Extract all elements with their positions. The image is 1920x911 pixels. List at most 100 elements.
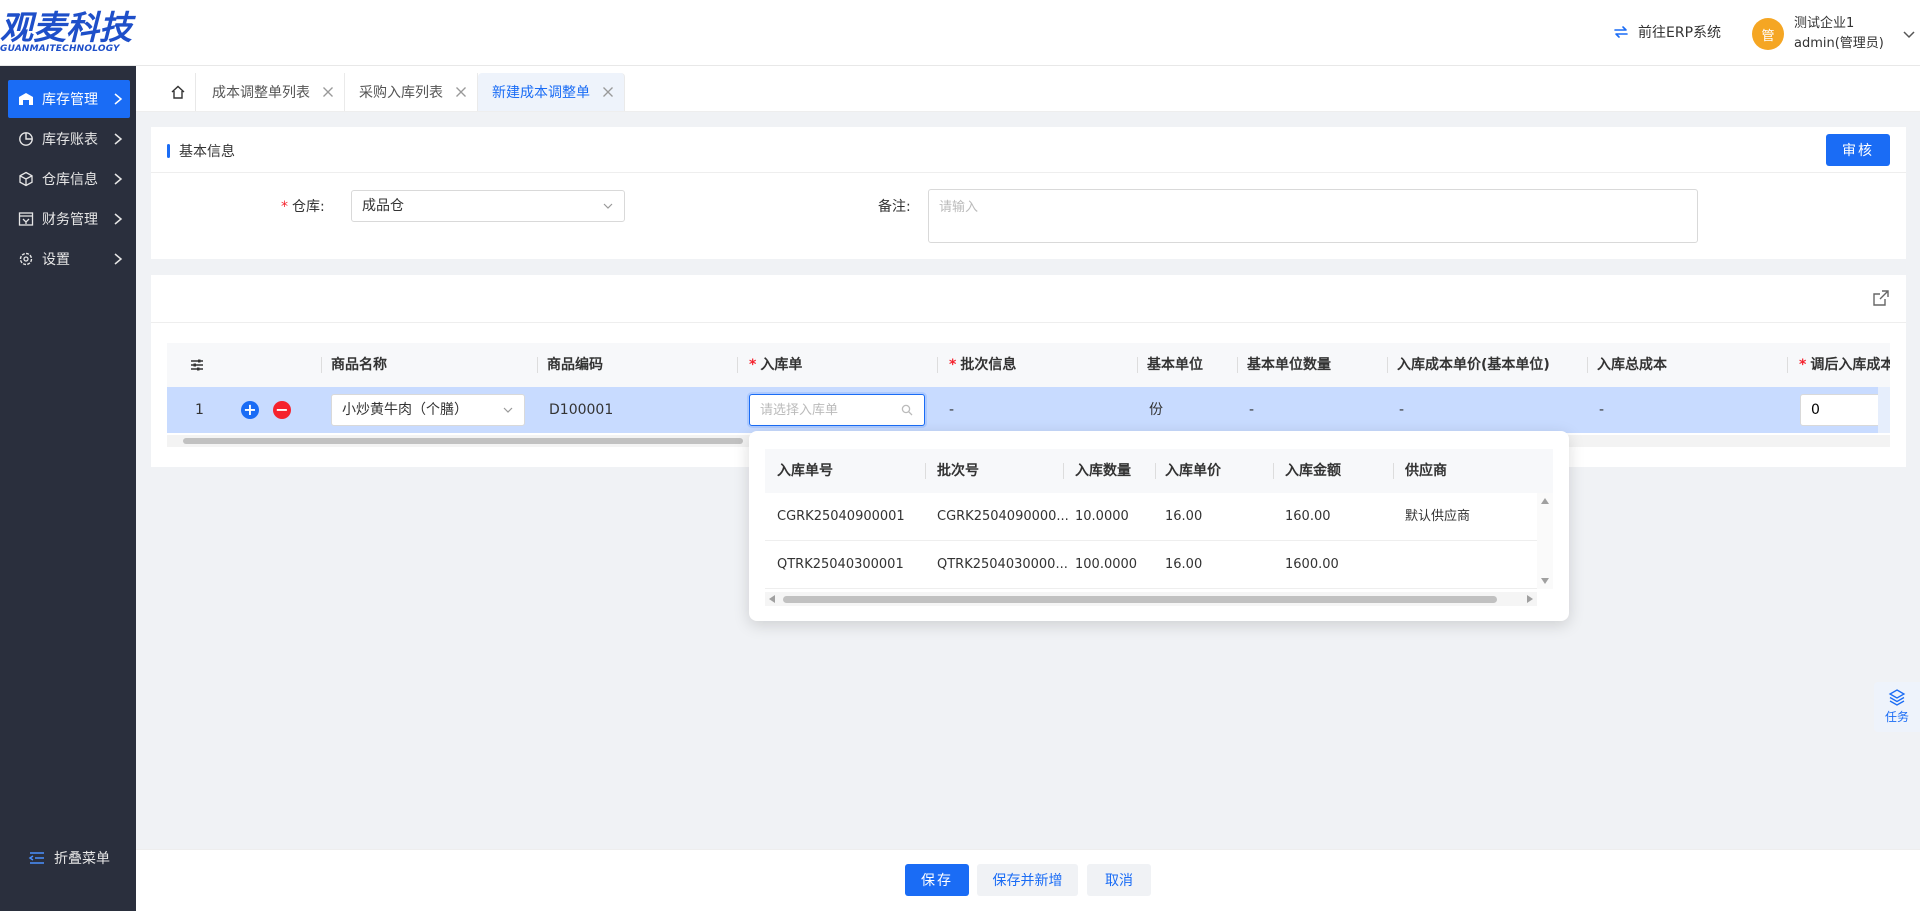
receipt-qty: 10.0000 — [1075, 509, 1129, 524]
export-icon[interactable] — [1872, 289, 1890, 307]
col-batch-no: 批次号 — [937, 463, 979, 479]
goods-name-value: 小炒黄牛肉（个膳） — [342, 402, 468, 418]
col-receipt-qty: 入库数量 — [1075, 463, 1131, 479]
batch-no: QTRK2504030000... — [937, 557, 1068, 572]
col-unit-cost: 入库成本单价(基本单位) — [1397, 357, 1550, 373]
sidebar-item-label: 库存账表 — [42, 132, 98, 148]
col-receipt-no: 入库单号 — [777, 463, 833, 479]
warehouse-icon — [19, 93, 33, 105]
approve-button[interactable]: 审核 — [1826, 134, 1890, 166]
close-icon[interactable] — [322, 86, 334, 98]
collapse-menu-button[interactable]: 折叠菜单 — [28, 848, 110, 868]
col-goods-code: 商品编码 — [547, 357, 603, 373]
receipt-amount: 160.00 — [1285, 509, 1331, 524]
warehouse-label: * 仓库: — [281, 199, 325, 215]
table-row[interactable]: 1 + − 小炒黄牛肉（个膳） D100001 - 份 - - - — [167, 387, 1890, 433]
section-marker — [167, 144, 170, 158]
receipt-search-input[interactable] — [749, 394, 925, 426]
goods-name-select[interactable]: 小炒黄牛肉（个膳） — [331, 394, 525, 426]
col-receipt: * 入库单 — [749, 357, 803, 373]
collapse-menu-label: 折叠菜单 — [54, 851, 110, 867]
scroll-right-icon[interactable] — [1526, 595, 1534, 603]
search-icon — [901, 404, 913, 416]
col-receipt-amount: 入库金额 — [1285, 463, 1341, 479]
sidebar-item-warehouse-info[interactable]: 仓库信息 — [8, 160, 130, 198]
sidebar: 库存管理 库存账表 仓库信息 财务管理 设置 折叠菜单 — [0, 66, 136, 911]
column-settings-icon[interactable] — [189, 357, 205, 373]
user-company: 测试企业1 — [1794, 16, 1855, 31]
sidebar-item-settings[interactable]: 设置 — [8, 240, 130, 278]
collapse-menu-icon — [28, 852, 44, 864]
scrollbar-thumb[interactable] — [783, 596, 1497, 603]
user-menu[interactable]: 管 测试企业1 admin(管理员) — [1752, 14, 1916, 54]
sidebar-item-label: 财务管理 — [42, 212, 98, 228]
layers-icon — [1888, 689, 1906, 706]
popup-vertical-scrollbar[interactable] — [1537, 493, 1553, 589]
cube-icon — [19, 171, 33, 187]
remark-input[interactable] — [928, 189, 1698, 243]
remove-row-button[interactable]: − — [273, 401, 291, 419]
popup-horizontal-scrollbar[interactable] — [765, 592, 1537, 606]
scrollbar-thumb[interactable] — [183, 438, 743, 444]
receipt-amount: 1600.00 — [1285, 557, 1339, 572]
sidebar-item-ledger[interactable]: 库存账表 — [8, 120, 130, 158]
finance-icon — [18, 212, 34, 226]
chevron-right-icon — [114, 213, 123, 225]
warehouse-value: 成品仓 — [362, 198, 404, 214]
chevron-down-icon — [603, 203, 613, 209]
scroll-down-icon[interactable] — [1541, 577, 1549, 585]
tab-purchase-receipt-list[interactable]: 采购入库列表 — [345, 73, 478, 111]
table-header: 商品名称 商品编码 * 入库单 * 批次信息 基本单位 基本单位数量 入库成本单价(… — [167, 343, 1890, 387]
supplier: 默认供应商 — [1405, 509, 1471, 524]
chevron-right-icon — [114, 133, 123, 145]
avatar: 管 — [1752, 18, 1784, 50]
close-icon[interactable] — [455, 86, 467, 98]
brand-subtitle: GUANMAITECHNOLOGY — [0, 44, 120, 54]
chevron-right-icon — [114, 253, 123, 265]
goods-code: D100001 — [549, 402, 614, 418]
footer-actions: 保存 保存并新增 取消 — [136, 849, 1920, 911]
erp-link[interactable]: 前往ERP系统 — [1612, 22, 1721, 42]
scroll-up-icon[interactable] — [1541, 497, 1549, 505]
sidebar-item-finance[interactable]: 财务管理 — [8, 200, 130, 238]
col-adjusted-cost: * 调后入库成本 — [1799, 357, 1890, 373]
task-button[interactable]: 任务 — [1874, 682, 1920, 732]
sidebar-item-inventory[interactable]: 库存管理 — [8, 80, 130, 118]
base-unit: 份 — [1149, 402, 1163, 418]
total-cost: - — [1599, 402, 1605, 418]
col-supplier: 供应商 — [1405, 463, 1447, 479]
sidebar-item-label: 库存管理 — [42, 92, 98, 108]
table-vertical-scrollbar[interactable] — [1878, 387, 1890, 433]
receipt-no: QTRK25040300001 — [777, 557, 904, 572]
col-receipt-price: 入库单价 — [1165, 463, 1221, 479]
adjusted-cost-input[interactable] — [1800, 394, 1890, 426]
scroll-left-icon[interactable] — [768, 595, 776, 603]
tab-bar: 成本调整单列表 采购入库列表 新建成本调整单 — [136, 66, 1920, 112]
receipt-price: 16.00 — [1165, 557, 1203, 572]
list-item[interactable]: CGRK25040900001 CGRK2504090000... 10.000… — [765, 493, 1537, 541]
tab-label: 新建成本调整单 — [492, 85, 590, 101]
chevron-right-icon — [114, 173, 123, 185]
user-role: admin(管理员) — [1794, 36, 1884, 51]
popup-table-header: 入库单号 批次号 入库数量 入库单价 入库金额 供应商 — [765, 449, 1553, 493]
tab-new-cost-adjust[interactable]: 新建成本调整单 — [478, 73, 625, 111]
gear-icon — [19, 252, 33, 266]
tab-cost-adjust-list[interactable]: 成本调整单列表 — [198, 73, 345, 111]
close-icon[interactable] — [602, 86, 614, 98]
chevron-down-icon — [1903, 31, 1915, 39]
chevron-right-icon — [114, 93, 123, 105]
receipt-dropdown: 入库单号 批次号 入库数量 入库单价 入库金额 供应商 CGRK25040900… — [749, 431, 1569, 621]
add-row-button[interactable]: + — [241, 401, 259, 419]
tab-home[interactable] — [160, 73, 196, 111]
brand-logo[interactable]: 观麦科技 GUANMAITECHNOLOGY — [0, 10, 140, 56]
warehouse-select[interactable]: 成品仓 — [351, 190, 625, 222]
unit-cost: - — [1399, 402, 1405, 418]
save-and-new-button[interactable]: 保存并新增 — [977, 864, 1078, 896]
tab-label: 成本调整单列表 — [212, 85, 310, 101]
receipt-qty: 100.0000 — [1075, 557, 1138, 572]
cancel-button[interactable]: 取消 — [1087, 864, 1151, 896]
list-item[interactable]: QTRK25040300001 QTRK2504030000... 100.00… — [765, 541, 1537, 589]
base-unit-qty: - — [1249, 402, 1255, 418]
save-button[interactable]: 保存 — [905, 864, 969, 896]
col-total-cost: 入库总成本 — [1597, 357, 1667, 373]
